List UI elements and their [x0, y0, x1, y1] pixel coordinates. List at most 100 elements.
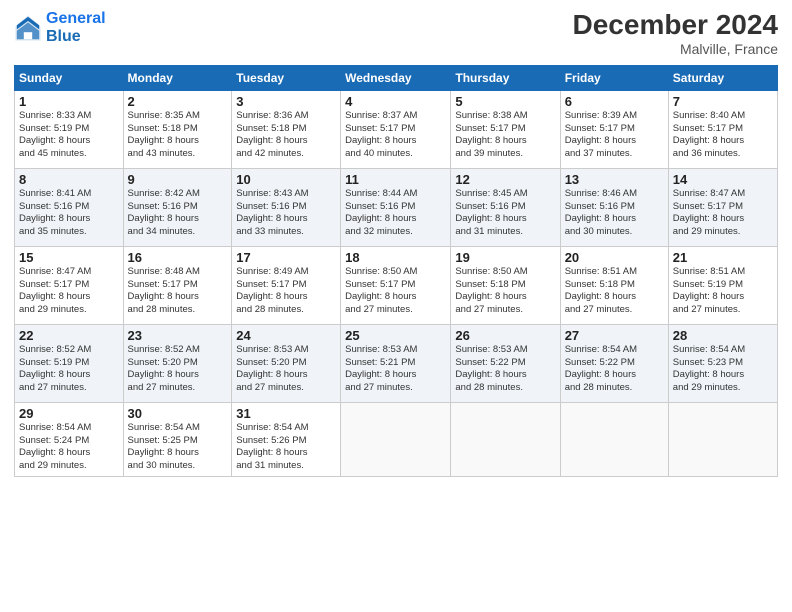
day-info: Sunrise: 8:54 AM Sunset: 5:24 PM Dayligh…	[19, 422, 119, 473]
calendar-cell: 12Sunrise: 8:45 AM Sunset: 5:16 PM Dayli…	[451, 168, 560, 246]
day-number: 8	[19, 172, 119, 187]
day-info: Sunrise: 8:41 AM Sunset: 5:16 PM Dayligh…	[19, 188, 119, 239]
day-number: 15	[19, 250, 119, 265]
calendar-cell: 6Sunrise: 8:39 AM Sunset: 5:17 PM Daylig…	[560, 90, 668, 168]
calendar-cell: 2Sunrise: 8:35 AM Sunset: 5:18 PM Daylig…	[123, 90, 232, 168]
day-number: 11	[345, 172, 446, 187]
sub-title: Malville, France	[573, 41, 778, 57]
calendar-cell: 24Sunrise: 8:53 AM Sunset: 5:20 PM Dayli…	[232, 324, 341, 402]
day-number: 28	[673, 328, 773, 343]
calendar-cell: 1Sunrise: 8:33 AM Sunset: 5:19 PM Daylig…	[15, 90, 124, 168]
day-number: 14	[673, 172, 773, 187]
day-info: Sunrise: 8:39 AM Sunset: 5:17 PM Dayligh…	[565, 110, 664, 161]
week-row-3: 15Sunrise: 8:47 AM Sunset: 5:17 PM Dayli…	[15, 246, 778, 324]
day-number: 31	[236, 406, 336, 421]
day-info: Sunrise: 8:36 AM Sunset: 5:18 PM Dayligh…	[236, 110, 336, 161]
day-info: Sunrise: 8:51 AM Sunset: 5:18 PM Dayligh…	[565, 266, 664, 317]
day-number: 2	[128, 94, 228, 109]
day-info: Sunrise: 8:47 AM Sunset: 5:17 PM Dayligh…	[19, 266, 119, 317]
week-row-1: 1Sunrise: 8:33 AM Sunset: 5:19 PM Daylig…	[15, 90, 778, 168]
day-info: Sunrise: 8:53 AM Sunset: 5:21 PM Dayligh…	[345, 344, 446, 395]
calendar-cell: 21Sunrise: 8:51 AM Sunset: 5:19 PM Dayli…	[668, 246, 777, 324]
day-info: Sunrise: 8:50 AM Sunset: 5:18 PM Dayligh…	[455, 266, 555, 317]
day-info: Sunrise: 8:42 AM Sunset: 5:16 PM Dayligh…	[128, 188, 228, 239]
calendar-cell: 28Sunrise: 8:54 AM Sunset: 5:23 PM Dayli…	[668, 324, 777, 402]
day-info: Sunrise: 8:43 AM Sunset: 5:16 PM Dayligh…	[236, 188, 336, 239]
day-info: Sunrise: 8:50 AM Sunset: 5:17 PM Dayligh…	[345, 266, 446, 317]
logo-icon	[14, 14, 42, 42]
day-number: 1	[19, 94, 119, 109]
week-row-4: 22Sunrise: 8:52 AM Sunset: 5:19 PM Dayli…	[15, 324, 778, 402]
day-info: Sunrise: 8:54 AM Sunset: 5:25 PM Dayligh…	[128, 422, 228, 473]
calendar-cell: 11Sunrise: 8:44 AM Sunset: 5:16 PM Dayli…	[341, 168, 451, 246]
day-number: 21	[673, 250, 773, 265]
logo-text: General Blue	[46, 10, 106, 45]
header: General Blue December 2024 Malville, Fra…	[14, 10, 778, 57]
col-header-thursday: Thursday	[451, 65, 560, 90]
calendar-cell: 18Sunrise: 8:50 AM Sunset: 5:17 PM Dayli…	[341, 246, 451, 324]
calendar-cell: 13Sunrise: 8:46 AM Sunset: 5:16 PM Dayli…	[560, 168, 668, 246]
col-header-sunday: Sunday	[15, 65, 124, 90]
day-number: 25	[345, 328, 446, 343]
day-number: 30	[128, 406, 228, 421]
calendar-cell: 7Sunrise: 8:40 AM Sunset: 5:17 PM Daylig…	[668, 90, 777, 168]
day-info: Sunrise: 8:52 AM Sunset: 5:19 PM Dayligh…	[19, 344, 119, 395]
calendar-cell: 5Sunrise: 8:38 AM Sunset: 5:17 PM Daylig…	[451, 90, 560, 168]
day-number: 19	[455, 250, 555, 265]
day-number: 13	[565, 172, 664, 187]
day-number: 4	[345, 94, 446, 109]
day-info: Sunrise: 8:38 AM Sunset: 5:17 PM Dayligh…	[455, 110, 555, 161]
day-info: Sunrise: 8:33 AM Sunset: 5:19 PM Dayligh…	[19, 110, 119, 161]
calendar-cell: 23Sunrise: 8:52 AM Sunset: 5:20 PM Dayli…	[123, 324, 232, 402]
day-info: Sunrise: 8:47 AM Sunset: 5:17 PM Dayligh…	[673, 188, 773, 239]
calendar-cell: 31Sunrise: 8:54 AM Sunset: 5:26 PM Dayli…	[232, 402, 341, 476]
title-block: December 2024 Malville, France	[573, 10, 778, 57]
day-info: Sunrise: 8:53 AM Sunset: 5:20 PM Dayligh…	[236, 344, 336, 395]
calendar-cell: 17Sunrise: 8:49 AM Sunset: 5:17 PM Dayli…	[232, 246, 341, 324]
logo: General Blue	[14, 10, 106, 45]
day-number: 5	[455, 94, 555, 109]
calendar-cell: 27Sunrise: 8:54 AM Sunset: 5:22 PM Dayli…	[560, 324, 668, 402]
day-number: 20	[565, 250, 664, 265]
day-info: Sunrise: 8:44 AM Sunset: 5:16 PM Dayligh…	[345, 188, 446, 239]
day-number: 7	[673, 94, 773, 109]
calendar-table: SundayMondayTuesdayWednesdayThursdayFrid…	[14, 65, 778, 477]
col-header-tuesday: Tuesday	[232, 65, 341, 90]
day-number: 29	[19, 406, 119, 421]
calendar-cell: 20Sunrise: 8:51 AM Sunset: 5:18 PM Dayli…	[560, 246, 668, 324]
day-info: Sunrise: 8:54 AM Sunset: 5:26 PM Dayligh…	[236, 422, 336, 473]
day-number: 12	[455, 172, 555, 187]
calendar-cell: 19Sunrise: 8:50 AM Sunset: 5:18 PM Dayli…	[451, 246, 560, 324]
col-header-wednesday: Wednesday	[341, 65, 451, 90]
day-info: Sunrise: 8:46 AM Sunset: 5:16 PM Dayligh…	[565, 188, 664, 239]
header-row: SundayMondayTuesdayWednesdayThursdayFrid…	[15, 65, 778, 90]
calendar-cell: 9Sunrise: 8:42 AM Sunset: 5:16 PM Daylig…	[123, 168, 232, 246]
calendar-cell: 3Sunrise: 8:36 AM Sunset: 5:18 PM Daylig…	[232, 90, 341, 168]
day-number: 22	[19, 328, 119, 343]
calendar-cell: 10Sunrise: 8:43 AM Sunset: 5:16 PM Dayli…	[232, 168, 341, 246]
week-row-2: 8Sunrise: 8:41 AM Sunset: 5:16 PM Daylig…	[15, 168, 778, 246]
day-info: Sunrise: 8:45 AM Sunset: 5:16 PM Dayligh…	[455, 188, 555, 239]
main-title: December 2024	[573, 10, 778, 41]
day-info: Sunrise: 8:49 AM Sunset: 5:17 PM Dayligh…	[236, 266, 336, 317]
calendar-cell	[668, 402, 777, 476]
calendar-cell: 8Sunrise: 8:41 AM Sunset: 5:16 PM Daylig…	[15, 168, 124, 246]
day-number: 3	[236, 94, 336, 109]
day-info: Sunrise: 8:35 AM Sunset: 5:18 PM Dayligh…	[128, 110, 228, 161]
calendar-cell: 22Sunrise: 8:52 AM Sunset: 5:19 PM Dayli…	[15, 324, 124, 402]
calendar-cell: 30Sunrise: 8:54 AM Sunset: 5:25 PM Dayli…	[123, 402, 232, 476]
day-number: 26	[455, 328, 555, 343]
col-header-friday: Friday	[560, 65, 668, 90]
day-number: 23	[128, 328, 228, 343]
calendar-cell	[560, 402, 668, 476]
calendar-cell: 15Sunrise: 8:47 AM Sunset: 5:17 PM Dayli…	[15, 246, 124, 324]
day-number: 9	[128, 172, 228, 187]
day-number: 17	[236, 250, 336, 265]
col-header-monday: Monday	[123, 65, 232, 90]
calendar-cell: 29Sunrise: 8:54 AM Sunset: 5:24 PM Dayli…	[15, 402, 124, 476]
day-info: Sunrise: 8:52 AM Sunset: 5:20 PM Dayligh…	[128, 344, 228, 395]
day-info: Sunrise: 8:37 AM Sunset: 5:17 PM Dayligh…	[345, 110, 446, 161]
calendar-cell: 25Sunrise: 8:53 AM Sunset: 5:21 PM Dayli…	[341, 324, 451, 402]
day-number: 18	[345, 250, 446, 265]
calendar-cell: 4Sunrise: 8:37 AM Sunset: 5:17 PM Daylig…	[341, 90, 451, 168]
